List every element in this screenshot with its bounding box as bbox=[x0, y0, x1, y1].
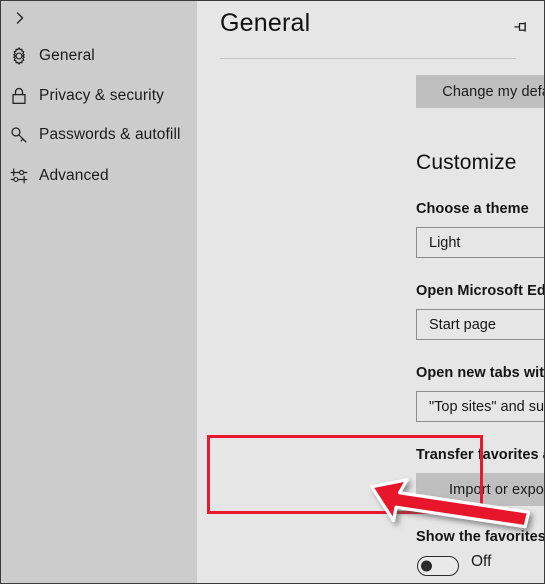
toggle-knob bbox=[421, 560, 432, 572]
import-or-export-button[interactable]: Import or export bbox=[416, 473, 544, 506]
theme-dropdown-value: Light bbox=[429, 234, 461, 251]
sidebar-item-label: General bbox=[39, 46, 95, 64]
sidebar-item-privacy-security[interactable]: Privacy & security bbox=[1, 76, 197, 115]
chevron-right-icon bbox=[12, 10, 28, 26]
show-favorites-bar-toggle[interactable] bbox=[417, 556, 459, 576]
settings-sidebar: General Privacy & security Passwords & a… bbox=[1, 1, 197, 583]
change-my-default-button[interactable]: Change my default bbox=[416, 75, 544, 108]
open-new-tabs-with-label: Open new tabs with bbox=[416, 365, 545, 381]
header-divider bbox=[220, 58, 516, 59]
theme-dropdown[interactable]: Light bbox=[416, 227, 544, 258]
open-edge-with-dropdown-value: Start page bbox=[429, 316, 496, 333]
sidebar-item-label: Privacy & security bbox=[39, 86, 164, 104]
page-title: General bbox=[220, 9, 311, 37]
pin-icon bbox=[512, 18, 530, 36]
transfer-favorites-label: Transfer favorites and other info bbox=[416, 447, 544, 463]
sidebar-item-general[interactable]: General bbox=[1, 36, 197, 75]
lock-icon bbox=[8, 85, 30, 107]
sidebar-collapse-button[interactable] bbox=[1, 1, 197, 34]
key-icon bbox=[8, 124, 30, 146]
open-edge-with-label: Open Microsoft Edge with bbox=[416, 283, 545, 299]
show-favorites-bar-label: Show the favorites bar bbox=[416, 529, 545, 545]
sidebar-item-label: Advanced bbox=[39, 166, 109, 184]
settings-main-panel: General Change my default Customize Choo… bbox=[197, 1, 544, 583]
show-favorites-bar-state: Off bbox=[471, 553, 492, 570]
choose-a-theme-label: Choose a theme bbox=[416, 201, 529, 217]
open-new-tabs-with-dropdown-value: "Top sites" and suggested content bbox=[429, 398, 545, 415]
pin-settings-pane-button[interactable] bbox=[506, 13, 536, 41]
sidebar-item-label: Passwords & autofill bbox=[39, 125, 181, 143]
sliders-icon bbox=[8, 165, 30, 187]
open-edge-with-dropdown[interactable]: Start page bbox=[416, 309, 544, 340]
sidebar-item-advanced[interactable]: Advanced bbox=[1, 156, 197, 195]
sidebar-item-passwords-autofill[interactable]: Passwords & autofill bbox=[1, 115, 197, 154]
edge-settings-screenshot: General Privacy & security Passwords & a… bbox=[0, 0, 545, 584]
gear-icon bbox=[8, 45, 30, 67]
customize-section-title: Customize bbox=[416, 151, 517, 174]
open-new-tabs-with-dropdown[interactable]: "Top sites" and suggested content bbox=[416, 391, 545, 422]
